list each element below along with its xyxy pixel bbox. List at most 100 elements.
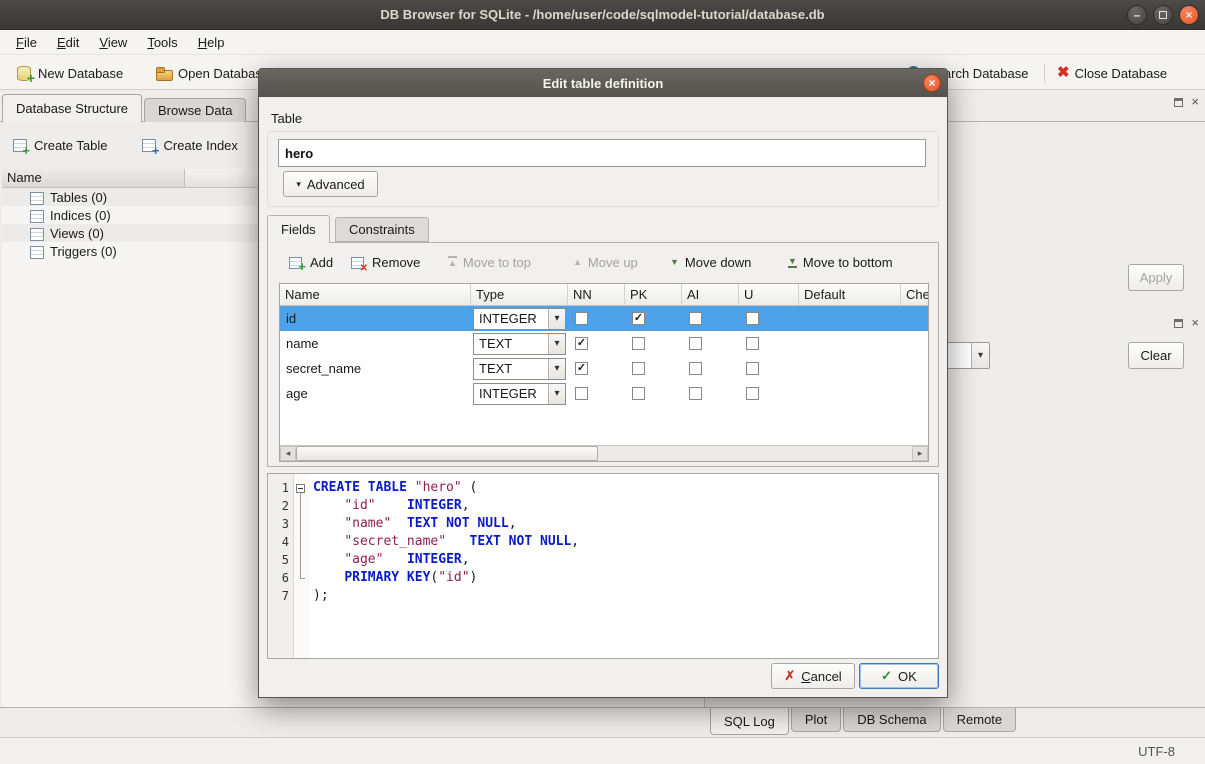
- scrollbar-thumb[interactable]: [296, 446, 598, 461]
- scroll-right-button[interactable]: ▸: [912, 446, 928, 461]
- tree-column-header-name[interactable]: Name: [2, 169, 185, 187]
- field-row-age[interactable]: ageINTEGER▾: [280, 381, 928, 406]
- line-number: 3: [268, 515, 293, 533]
- ai-checkbox-age[interactable]: [689, 387, 702, 400]
- close-database-button[interactable]: ✖Close Database: [1052, 59, 1172, 87]
- nn-checkbox-id[interactable]: [575, 312, 588, 325]
- sql-preview-editor[interactable]: 1234567 CREATE TABLE "hero" ( "id" INTEG…: [267, 473, 939, 659]
- field-name-cell[interactable]: name: [280, 331, 471, 356]
- u-checkbox-id[interactable]: [746, 312, 759, 325]
- menu-tools[interactable]: Tools: [137, 30, 187, 54]
- check-constraint-cell[interactable]: [901, 331, 928, 356]
- field-type-combo[interactable]: INTEGER▾: [473, 383, 566, 405]
- fold-collapse-icon[interactable]: [296, 484, 305, 493]
- chevron-down-icon: ▾: [548, 384, 565, 404]
- title-bar: DB Browser for SQLite - /home/user/code/…: [0, 0, 1205, 30]
- u-cell: [739, 356, 799, 381]
- tab-sql-log[interactable]: SQL Log: [710, 708, 789, 735]
- u-checkbox-secret_name[interactable]: [746, 362, 759, 375]
- column-header-type[interactable]: Type: [471, 284, 568, 305]
- pk-cell: ✓: [625, 306, 682, 331]
- field-type-combo[interactable]: TEXT▾: [473, 333, 566, 355]
- dialog-close-button[interactable]: ×: [923, 74, 941, 92]
- add-button[interactable]: Add: [284, 249, 337, 275]
- close-dock-icon[interactable]: ×: [1191, 97, 1199, 107]
- cancel-button[interactable]: ✗ Cancel: [771, 663, 855, 689]
- close-window-button[interactable]: ×: [1179, 5, 1199, 25]
- check-constraint-cell[interactable]: [901, 356, 928, 381]
- nn-checkbox-name[interactable]: ✓: [575, 337, 588, 350]
- field-type-value: TEXT: [474, 361, 548, 376]
- pk-checkbox-name[interactable]: [632, 337, 645, 350]
- field-type-combo[interactable]: TEXT▾: [473, 358, 566, 380]
- open-database-button[interactable]: Open Database: [150, 59, 274, 87]
- scroll-left-button[interactable]: ◂: [280, 446, 296, 461]
- maximize-button[interactable]: [1153, 5, 1173, 25]
- field-row-name[interactable]: nameTEXT▾ ✓: [280, 331, 928, 356]
- menu-view[interactable]: View: [89, 30, 137, 54]
- nn-checkbox-age[interactable]: [575, 387, 588, 400]
- column-header-check[interactable]: Check: [901, 284, 928, 305]
- pk-checkbox-id[interactable]: ✓: [632, 312, 645, 325]
- table-section-label: Table: [271, 111, 302, 126]
- move-to-bottom-button[interactable]: ▼Move to bottom: [784, 249, 897, 275]
- float-dock-icon[interactable]: [1174, 98, 1183, 107]
- column-header-ai[interactable]: AI: [682, 284, 739, 305]
- table-name-input[interactable]: [278, 139, 926, 167]
- create-index-button[interactable]: Create Index: [137, 131, 241, 159]
- clear-button[interactable]: Clear: [1128, 342, 1184, 369]
- new-database-button[interactable]: New Database: [10, 59, 128, 87]
- pk-checkbox-secret_name[interactable]: [632, 362, 645, 375]
- pk-checkbox-age[interactable]: [632, 387, 645, 400]
- ai-checkbox-secret_name[interactable]: [689, 362, 702, 375]
- column-header-default[interactable]: Default: [799, 284, 901, 305]
- main-tab-bar: Database StructureBrowse Data: [2, 94, 248, 122]
- default-cell[interactable]: [799, 356, 901, 381]
- minimize-button[interactable]: –: [1127, 5, 1147, 25]
- float-dock-icon[interactable]: [1174, 319, 1183, 328]
- column-header-pk[interactable]: PK: [625, 284, 682, 305]
- ai-checkbox-name[interactable]: [689, 337, 702, 350]
- default-cell[interactable]: [799, 306, 901, 331]
- horizontal-scrollbar[interactable]: ◂ ▸: [280, 445, 928, 461]
- menu-edit[interactable]: Edit: [47, 30, 89, 54]
- column-header-nn[interactable]: NN: [568, 284, 625, 305]
- tab-constraints[interactable]: Constraints: [335, 217, 429, 242]
- field-name-cell[interactable]: secret_name: [280, 356, 471, 381]
- scrollbar-track[interactable]: [296, 446, 912, 461]
- nn-checkbox-secret_name[interactable]: ✓: [575, 362, 588, 375]
- u-checkbox-name[interactable]: [746, 337, 759, 350]
- advanced-toggle-button[interactable]: ▾ Advanced: [283, 171, 378, 197]
- move-down-button[interactable]: ▼Move down: [666, 249, 755, 275]
- tab-db-schema[interactable]: DB Schema: [843, 708, 940, 732]
- default-cell[interactable]: [799, 381, 901, 406]
- default-cell[interactable]: [799, 331, 901, 356]
- menu-help[interactable]: Help: [188, 30, 235, 54]
- ai-checkbox-id[interactable]: [689, 312, 702, 325]
- column-header-u[interactable]: U: [739, 284, 799, 305]
- remove-button[interactable]: Remove: [346, 249, 424, 275]
- field-row-id[interactable]: idINTEGER▾ ✓: [280, 306, 928, 331]
- tab-plot[interactable]: Plot: [791, 708, 841, 732]
- ok-button[interactable]: ✓ OK: [859, 663, 939, 689]
- tree-item-label: Views (0): [50, 226, 104, 241]
- field-type-combo[interactable]: INTEGER▾: [473, 308, 566, 330]
- field-row-secret_name[interactable]: secret_nameTEXT▾ ✓: [280, 356, 928, 381]
- u-checkbox-age[interactable]: [746, 387, 759, 400]
- close-dock-icon[interactable]: ×: [1191, 318, 1199, 328]
- field-name-cell[interactable]: age: [280, 381, 471, 406]
- create-table-button[interactable]: Create Table: [8, 131, 111, 159]
- dialog-title: Edit table definition: [543, 76, 664, 91]
- remove-icon: [350, 254, 366, 270]
- check-constraint-cell[interactable]: [901, 306, 928, 331]
- column-header-name[interactable]: Name: [280, 284, 471, 305]
- u-cell: [739, 381, 799, 406]
- tab-remote[interactable]: Remote: [943, 708, 1017, 732]
- tab-fields[interactable]: Fields: [267, 215, 330, 243]
- menu-file[interactable]: File: [6, 30, 47, 54]
- check-constraint-cell[interactable]: [901, 381, 928, 406]
- field-name-cell[interactable]: id: [280, 306, 471, 331]
- sql-text: ): [470, 570, 478, 585]
- tab-browse-data[interactable]: Browse Data: [144, 98, 246, 122]
- tab-database-structure[interactable]: Database Structure: [2, 94, 142, 122]
